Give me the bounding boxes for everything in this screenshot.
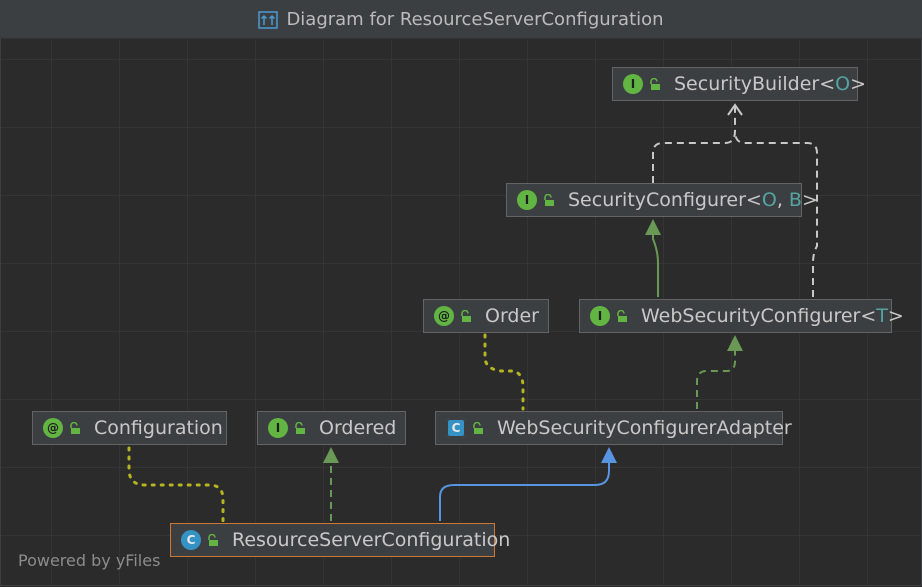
type-bracket-open: <	[860, 305, 877, 327]
arrowhead-securityconfigurer	[645, 219, 661, 235]
node-name: SecurityConfigurer	[568, 189, 746, 211]
node-name: WebSecurityConfigurer	[641, 305, 861, 327]
lock-icon	[461, 310, 471, 322]
node-name: ResourceServerConfiguration	[232, 529, 511, 551]
edge-websecurityconfigurer-securityconfigurer	[652, 233, 659, 297]
annotation-icon: @	[434, 306, 454, 326]
lock-icon	[544, 194, 554, 206]
arrowhead-ordered	[323, 447, 339, 463]
node-name: Configuration	[94, 417, 223, 439]
powered-by-label: Powered by yFiles	[18, 551, 161, 570]
type-bracket-close: >	[801, 189, 818, 211]
node-name: SecurityBuilder	[674, 73, 820, 95]
class-icon: C	[181, 530, 201, 550]
interface-icon: I	[517, 190, 537, 210]
type-param-separator: ,	[776, 189, 789, 211]
node-name: Ordered	[319, 417, 397, 439]
lock-icon	[473, 422, 483, 434]
annotation-icon: @	[43, 418, 63, 438]
node-resource-server-configuration[interactable]: C ResourceServerConfiguration	[170, 523, 510, 557]
node-configuration[interactable]: @ Configuration	[32, 411, 227, 445]
edge-adapter-order	[483, 333, 525, 411]
type-param-1: O	[761, 189, 777, 211]
type-param-2: B	[788, 189, 802, 211]
node-web-security-configurer[interactable]: I WebSecurityConfigurer < T >	[579, 299, 904, 333]
interface-icon: I	[268, 418, 288, 438]
interface-icon: I	[590, 306, 610, 326]
type-param: T	[876, 305, 888, 327]
type-bracket-close: >	[850, 73, 867, 95]
node-web-security-configurer-adapter[interactable]: C WebSecurityConfigurerAdapter	[435, 411, 792, 445]
lock-icon	[208, 534, 218, 546]
type-param: O	[835, 73, 851, 95]
node-order[interactable]: @ Order	[423, 299, 549, 333]
type-bracket-close: >	[887, 305, 904, 327]
edge-rsc-adapter	[439, 463, 610, 521]
node-name: WebSecurityConfigurerAdapter	[497, 417, 792, 439]
lock-icon	[650, 78, 660, 90]
lock-icon	[70, 422, 80, 434]
arrowhead-websecurityconfigurer	[727, 335, 743, 351]
node-name: Order	[485, 305, 539, 327]
diagram-window: Diagram for ResourceServerConfiguration …	[0, 0, 922, 586]
type-bracket-open: <	[745, 189, 762, 211]
lock-icon	[295, 422, 305, 434]
lock-icon	[617, 310, 627, 322]
edge-adapter-websecurityconfigurer	[696, 351, 736, 409]
type-bracket-open: <	[819, 73, 836, 95]
node-ordered[interactable]: I Ordered	[257, 411, 406, 445]
abstract-class-icon: C	[446, 418, 466, 438]
node-security-builder[interactable]: I SecurityBuilder < O >	[612, 67, 866, 101]
arrowhead-adapter	[601, 447, 617, 463]
edge-rsc-configuration	[127, 446, 225, 523]
edge-securityconfigurer-securitybuilder	[652, 105, 736, 183]
node-security-configurer[interactable]: I SecurityConfigurer < O, B >	[506, 183, 818, 217]
interface-icon: I	[623, 74, 643, 94]
